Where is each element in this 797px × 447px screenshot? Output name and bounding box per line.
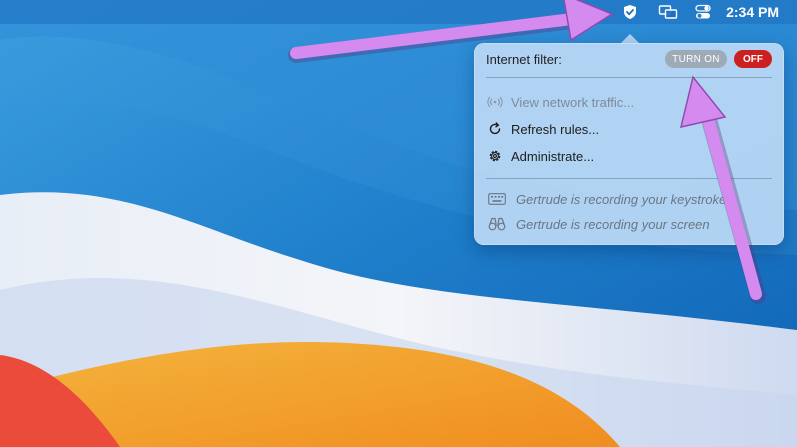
gear-icon: [486, 147, 504, 165]
separator: [486, 178, 772, 179]
internet-filter-label: Internet filter:: [486, 52, 562, 67]
menu-bar: 2:34 PM: [0, 0, 797, 24]
binoculars-icon: [488, 215, 506, 233]
menu-item-label: Refresh rules...: [511, 121, 600, 137]
menu-item-view-network-traffic: View network traffic...: [486, 92, 772, 112]
gertrude-menu-popup: Internet filter: TURN ON OFF View networ…: [474, 43, 784, 245]
screen-mirroring-icon[interactable]: [656, 0, 680, 24]
status-recording-screen: Gertrude is recording your screen: [488, 214, 778, 234]
refresh-icon: [486, 120, 504, 138]
menu-item-label: Administrate...: [511, 148, 595, 164]
internet-filter-row: Internet filter: TURN ON OFF: [486, 50, 772, 69]
menu-item-administrate[interactable]: Administrate...: [486, 146, 772, 166]
status-label: Gertrude is recording your keystrokes: [516, 191, 733, 207]
network-antenna-icon: [486, 93, 504, 111]
separator: [486, 77, 772, 78]
keyboard-icon: [488, 190, 506, 208]
menu-bar-clock[interactable]: 2:34 PM: [726, 0, 779, 24]
status-recording-keystrokes: Gertrude is recording your keystrokes: [488, 189, 778, 209]
shield-check-icon[interactable]: [619, 0, 641, 24]
off-button[interactable]: OFF: [734, 50, 772, 68]
status-label: Gertrude is recording your screen: [516, 216, 710, 232]
turn-on-button[interactable]: TURN ON: [665, 50, 727, 68]
control-center-icon[interactable]: [692, 0, 714, 24]
menu-item-refresh-rules[interactable]: Refresh rules...: [486, 119, 772, 139]
menu-item-label: View network traffic...: [511, 94, 635, 110]
